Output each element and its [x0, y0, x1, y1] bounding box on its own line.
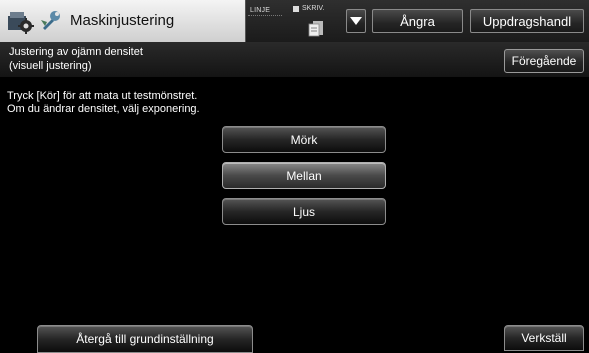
job-status-button[interactable]: Uppdragshandl — [470, 9, 584, 33]
previous-button[interactable]: Föregående — [504, 49, 584, 73]
dropdown-button[interactable] — [346, 9, 366, 33]
machine-settings-icon — [6, 8, 34, 36]
chevron-down-icon — [350, 17, 362, 25]
page-title: Maskinjustering — [70, 12, 175, 29]
wrench-icon — [39, 8, 63, 32]
job-icon — [307, 19, 325, 37]
undo-button[interactable]: Ångra — [372, 9, 463, 33]
apply-button[interactable]: Verkställ — [504, 325, 584, 351]
line-status-divider — [248, 15, 282, 16]
instruction-text-2: Om du ändrar densitet, välj exponering. — [7, 103, 200, 115]
option-light-button[interactable]: Ljus — [222, 198, 386, 225]
print-status-icon — [293, 6, 299, 12]
option-dark-button[interactable]: Mörk — [222, 126, 386, 153]
subtitle-line-2: (visuell justering) — [9, 60, 92, 72]
option-medium-button[interactable]: Mellan — [222, 162, 386, 189]
subtitle-line-1: Justering av ojämn densitet — [9, 46, 143, 58]
instruction-text-1: Tryck [Kör] för att mata ut testmönstret… — [7, 90, 198, 102]
reset-default-button[interactable]: Återgå till grundinställning — [37, 325, 253, 353]
line-status-label: LINJE — [250, 7, 271, 14]
print-status-label: SKRIV. — [302, 5, 325, 12]
